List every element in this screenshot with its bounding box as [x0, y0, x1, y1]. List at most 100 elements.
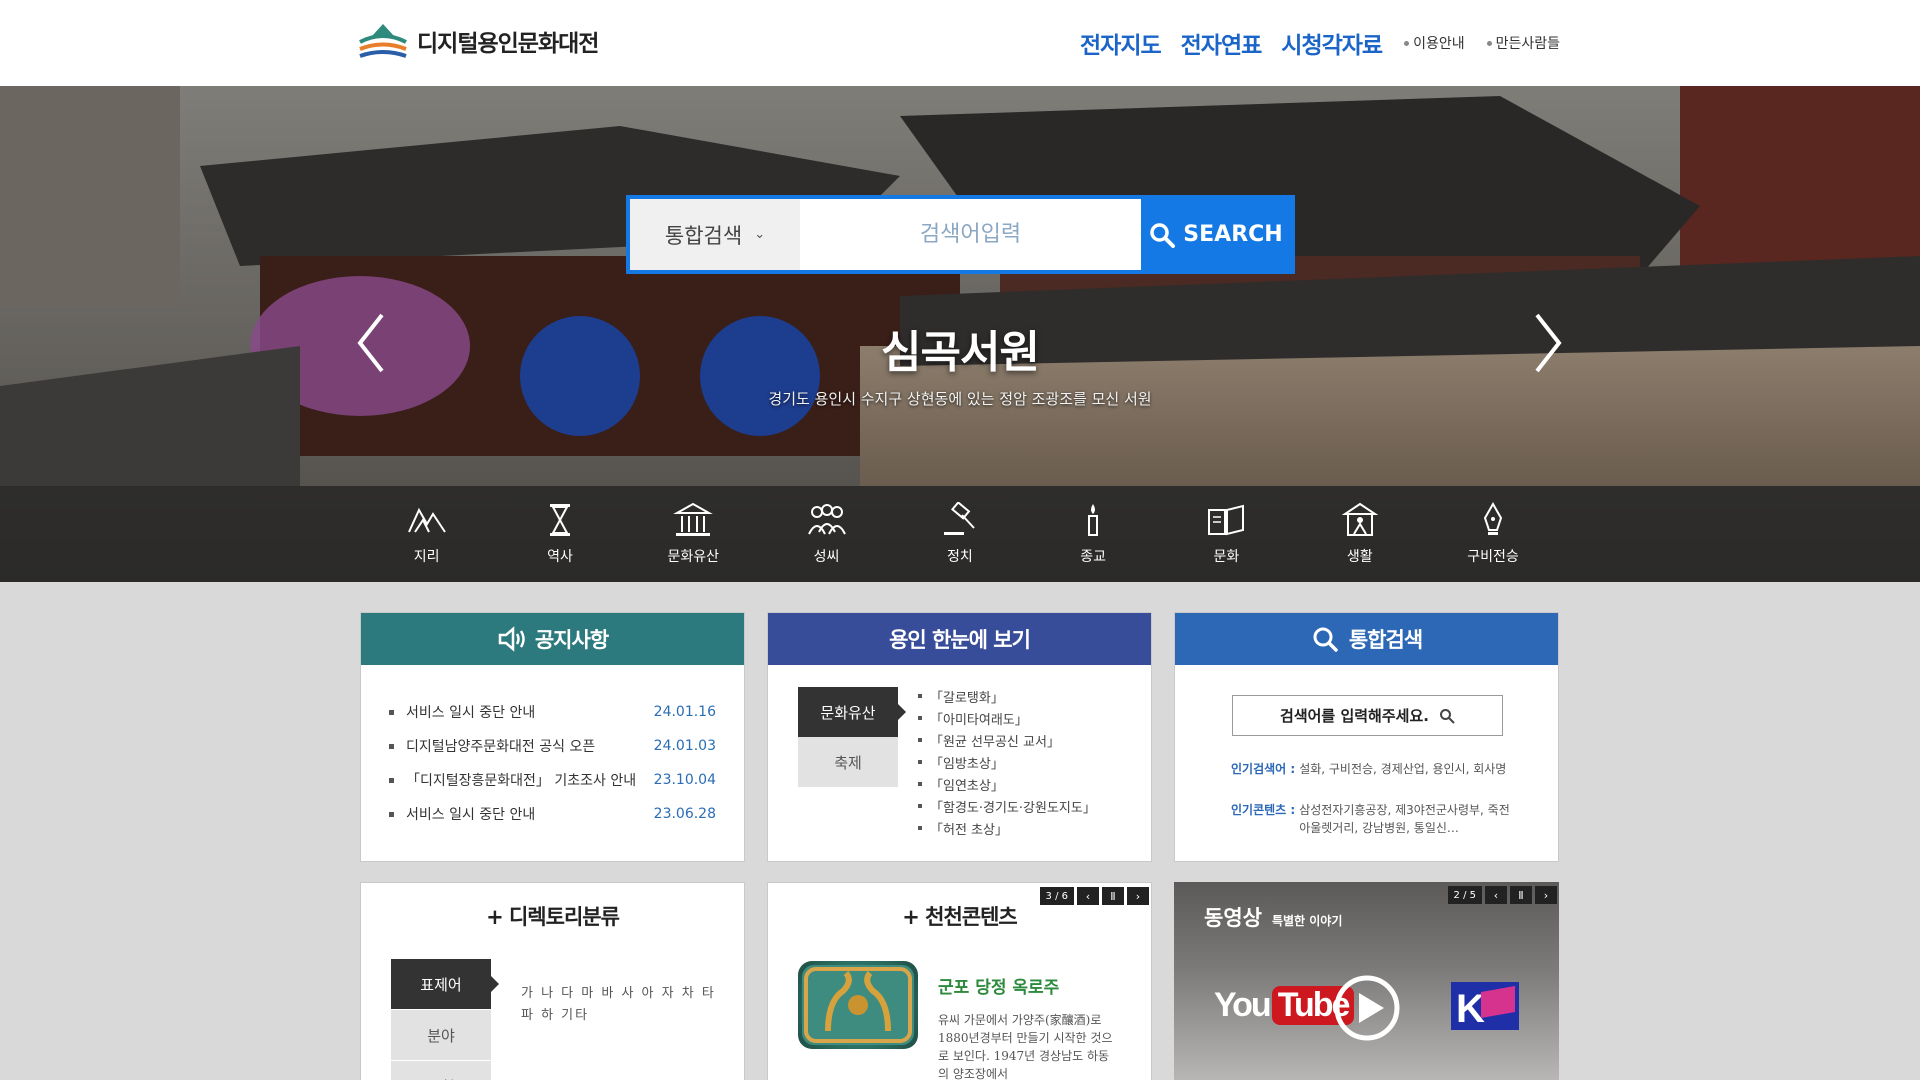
- popular-contents: 인기콘텐츠 : 삼성전자기흥공장, 제3야전군사령부, 죽전 아울렛거리, 강남…: [1231, 801, 1521, 837]
- notice-item[interactable]: 서비스 일시 중단 안내 23.06.28: [389, 797, 716, 831]
- notice-item-title: 「디지털장흥문화대전」 기초조사 안내: [406, 773, 637, 789]
- notice-item-date: 23.10.04: [653, 772, 716, 788]
- unified-search-title: 통합검색: [1348, 628, 1423, 652]
- tab-field[interactable]: 분야: [391, 1010, 491, 1060]
- category-surnames[interactable]: 성씨: [760, 486, 893, 582]
- unified-search-input[interactable]: 검색어를 입력해주세요.: [1232, 695, 1503, 736]
- tab-festival[interactable]: 축제: [798, 737, 898, 787]
- popular-keywords-label: 인기검색어 :: [1231, 762, 1296, 776]
- video-title: 동영상 특별한 이야기: [1204, 902, 1342, 932]
- chevron-left-icon[interactable]: [352, 311, 392, 375]
- popular-contents-text[interactable]: 삼성전자기흥공장, 제3야전군사령부, 죽전 아울렛거리, 강남병원, 통일신…: [1299, 801, 1521, 837]
- glance-tabs: 문화유산 축제: [798, 687, 906, 787]
- category-geography[interactable]: 지리: [360, 486, 493, 582]
- unified-search-header: 통합검색: [1175, 613, 1558, 665]
- category-label: 문화: [1213, 549, 1240, 565]
- category-politics[interactable]: 정치: [893, 486, 1026, 582]
- prev-icon[interactable]: ‹: [1077, 887, 1099, 905]
- search-icon: [1313, 627, 1338, 652]
- main-nav: 전자지도 전자연표 시청각자료 이용안내 만든사람들: [1080, 26, 1560, 60]
- category-culture[interactable]: 문화: [1160, 486, 1293, 582]
- hero-search-box: 통합검색 ⌄ SEARCH: [626, 195, 1295, 274]
- notice-item[interactable]: 「디지털장흥문화대전」 기초조사 안내 23.10.04: [389, 763, 716, 797]
- pen-icon: [1483, 502, 1503, 535]
- category-label: 문화유산: [667, 549, 719, 565]
- unified-search-placeholder: 검색어를 입력해주세요.: [1280, 707, 1429, 725]
- category-label: 생활: [1346, 549, 1373, 565]
- at-a-glance-panel: 용인 한눈에 보기 문화유산 축제 「갈로탱화」 「아미타여래도」 「원균 선무…: [767, 612, 1152, 862]
- hero-search-input[interactable]: [800, 199, 1141, 270]
- bullet: [389, 743, 394, 749]
- hero-title: 심곡서원: [881, 327, 1040, 378]
- recommended-title: + 천천콘텐츠: [902, 905, 1018, 929]
- search-scope-select[interactable]: 통합검색 ⌄: [630, 199, 800, 270]
- list-item[interactable]: 「원균 선무공신 교서」: [918, 729, 1096, 751]
- people-icon: [807, 504, 846, 535]
- recommended-name[interactable]: 군포 당정 옥로주: [938, 973, 1059, 998]
- recommended-description: 유씨 가문에서 가양주(家釀酒)로 1880년경부터 만들기 시작한 것으로 보…: [938, 1013, 1113, 1080]
- notice-item-title: 서비스 일시 중단 안내: [406, 705, 536, 721]
- directory-tabs: 표제어 분야 유형: [391, 959, 499, 1080]
- nav-usage-guide[interactable]: 이용안내: [1404, 33, 1465, 53]
- play-icon[interactable]: [1334, 975, 1400, 1041]
- list-item[interactable]: 「함경도·경기도·강원도지도」: [918, 795, 1096, 817]
- category-life[interactable]: 생활: [1293, 486, 1426, 582]
- category-label: 구비전승: [1467, 549, 1519, 565]
- hero-search-button[interactable]: SEARCH: [1141, 199, 1291, 270]
- list-item[interactable]: 「아미타여래도」: [918, 707, 1096, 729]
- k-culture-channel-logo[interactable]: K: [1451, 982, 1519, 1030]
- prev-icon[interactable]: ‹: [1485, 886, 1507, 904]
- tab-type[interactable]: 유형: [391, 1061, 491, 1080]
- video-controls: 2 / 5 ‹ Ⅱ ›: [1447, 886, 1557, 904]
- notice-item[interactable]: 서비스 일시 중단 안내 24.01.16: [389, 695, 716, 729]
- recommended-thumbnail[interactable]: [798, 961, 918, 1049]
- search-scope-label: 통합검색: [664, 223, 743, 248]
- tab-headword[interactable]: 표제어: [391, 959, 499, 1009]
- category-religion[interactable]: 종교: [1026, 486, 1159, 582]
- chevron-right-icon[interactable]: [1527, 311, 1567, 375]
- pause-icon[interactable]: Ⅱ: [1102, 887, 1124, 905]
- pause-icon[interactable]: Ⅱ: [1510, 886, 1532, 904]
- list-item[interactable]: 「갈로탱화」: [918, 685, 1096, 707]
- hourglass-icon: [549, 504, 570, 536]
- category-oral-tradition[interactable]: 구비전승: [1426, 486, 1559, 582]
- list-item[interactable]: 「허전 초상」: [918, 817, 1096, 839]
- video-title-text: 동영상: [1204, 906, 1262, 930]
- notice-title: 공지사항: [534, 628, 609, 652]
- notice-item-date: 23.06.28: [653, 806, 716, 822]
- site-logo[interactable]: 디지털용인문화대전: [359, 22, 599, 60]
- category-bar: 지리 역사 문화유산 성씨 정치 종교 문화 생활 구비전승: [0, 486, 1920, 582]
- video-page: 2 / 5: [1447, 886, 1482, 904]
- notice-item[interactable]: 디지털남양주문화대전 공식 오픈 24.01.03: [389, 729, 716, 763]
- directory-panel: + 디렉토리분류 표제어 분야 유형 가 나 다 마 바 사 아 자 차 타 파…: [360, 882, 745, 1080]
- category-heritage[interactable]: 문화유산: [627, 486, 760, 582]
- directory-title: + 디렉토리분류: [486, 905, 620, 929]
- logo-icon: [359, 24, 407, 58]
- glance-header: 용인 한눈에 보기: [768, 613, 1151, 665]
- notice-panel: 공지사항 서비스 일시 중단 안내 24.01.16 디지털남양주문화대전 공식 …: [360, 612, 745, 862]
- recommended-panel: 3 / 6 ‹ Ⅱ › + 천천콘텐츠 군포 당정 옥로주 유씨 가문에서 가양…: [767, 882, 1152, 1080]
- directory-index-chars[interactable]: 가 나 다 마 바 사 아 자 차 타 파 하 기타: [521, 983, 721, 1027]
- site-header: 디지털용인문화대전 전자지도 전자연표 시청각자료 이용안내 만든사람들: [0, 0, 1920, 86]
- category-list: 지리 역사 문화유산 성씨 정치 종교 문화 생활 구비전승: [360, 486, 1560, 582]
- nav-e-chronology[interactable]: 전자연표: [1181, 26, 1263, 60]
- tab-heritage[interactable]: 문화유산: [798, 687, 906, 737]
- bullet: [389, 709, 394, 715]
- list-item[interactable]: 「임방초상」: [918, 751, 1096, 773]
- nav-audiovisual[interactable]: 시청각자료: [1281, 26, 1383, 60]
- nav-credits[interactable]: 만든사람들: [1487, 33, 1560, 53]
- list-item[interactable]: 「임연초상」: [918, 773, 1096, 795]
- logo-text: 디지털용인문화대전: [417, 31, 599, 57]
- recommended-controls: 3 / 6 ‹ Ⅱ ›: [1039, 887, 1149, 905]
- chevron-down-icon: ⌄: [754, 227, 766, 242]
- next-icon[interactable]: ›: [1535, 886, 1557, 904]
- next-icon[interactable]: ›: [1127, 887, 1149, 905]
- popular-keywords-text[interactable]: 설화, 구비전승, 경제산업, 용인시, 회사명: [1299, 760, 1506, 778]
- popular-contents-label: 인기콘텐츠 :: [1231, 803, 1296, 817]
- notice-item-date: 24.01.03: [653, 738, 716, 754]
- notice-list: 서비스 일시 중단 안내 24.01.16 디지털남양주문화대전 공식 오픈 24.…: [361, 665, 744, 831]
- notice-item-date: 24.01.16: [653, 704, 716, 720]
- category-history[interactable]: 역사: [493, 486, 626, 582]
- nav-e-map[interactable]: 전자지도: [1080, 26, 1162, 60]
- search-icon: [1150, 222, 1176, 248]
